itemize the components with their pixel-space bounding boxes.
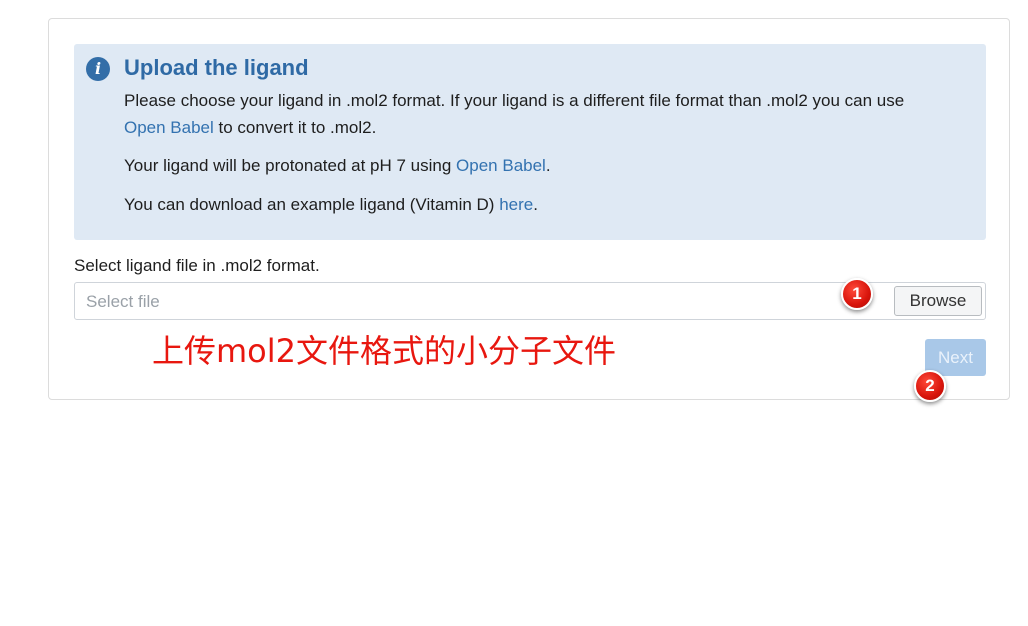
info-line-1-text: Please choose your ligand in .mol2 forma… xyxy=(124,91,905,110)
file-placeholder: Select file xyxy=(86,292,160,311)
info-line-2: Open Babel to convert it to .mol2. xyxy=(124,114,376,141)
step-marker-2: 2 xyxy=(914,370,946,402)
info-line-3-text: Your ligand will be protonated at pH 7 u… xyxy=(124,156,457,175)
info-line-3-end: . xyxy=(545,156,551,175)
browse-button[interactable]: Browse xyxy=(894,286,982,316)
info-line-2-text: to convert it to .mol2. xyxy=(213,118,377,137)
info-line-1: Please choose your ligand in .mol2 forma… xyxy=(124,87,904,114)
file-field-label: Select ligand file in .mol2 format. xyxy=(74,256,320,275)
annotation-caption: 上传mol2文件格式的小分子文件 xyxy=(152,332,617,370)
info-line-3: Your ligand will be protonated at pH 7 u… xyxy=(124,152,551,179)
step-marker-1: 1 xyxy=(841,278,873,310)
open-babel-link[interactable]: Open Babel xyxy=(124,118,214,137)
info-line-4-end: . xyxy=(533,195,538,214)
info-title: Upload the ligand xyxy=(124,55,309,80)
open-babel-link-2[interactable]: Open Babel xyxy=(456,156,546,175)
info-line-4-text: You can download an example ligand (Vita… xyxy=(124,195,500,214)
info-icon: i xyxy=(86,57,110,81)
info-line-4: You can download an example ligand (Vita… xyxy=(124,191,538,218)
example-download-link[interactable]: here xyxy=(499,195,533,214)
